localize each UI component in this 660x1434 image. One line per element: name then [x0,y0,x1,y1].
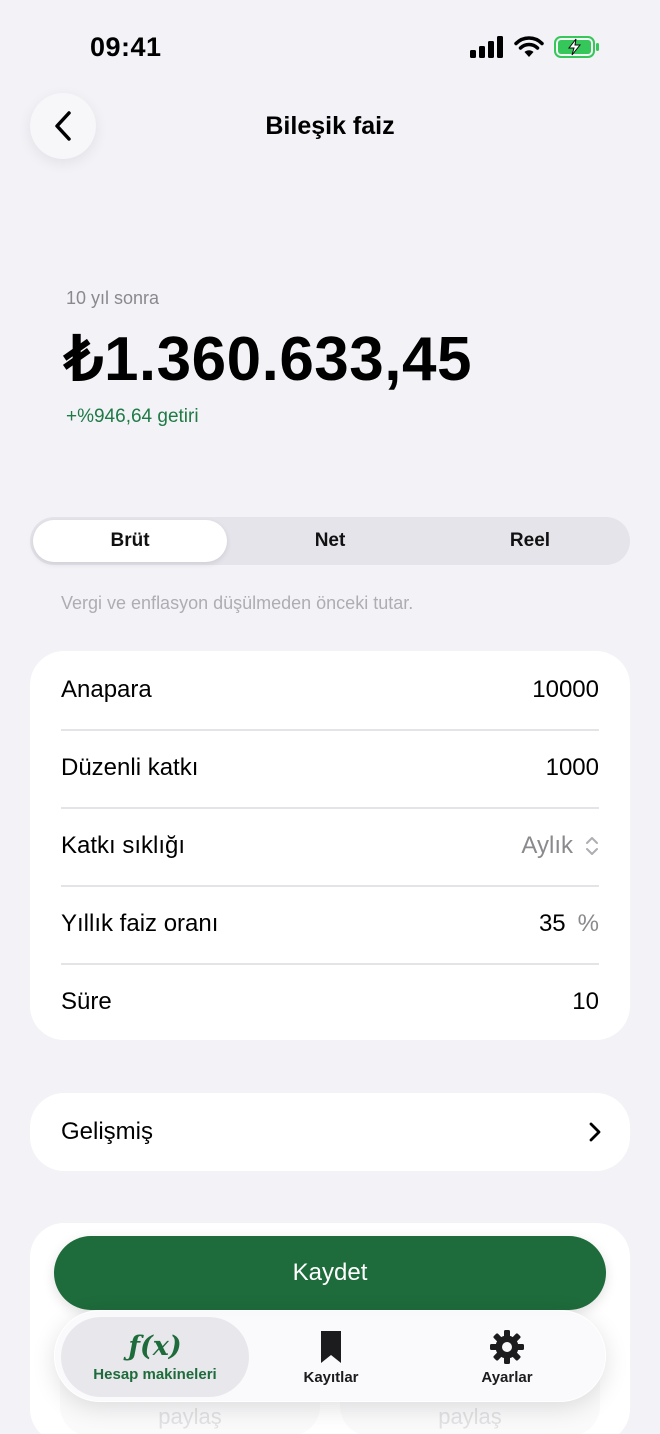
principal-row[interactable]: Anapara 10000 [61,651,599,729]
status-bar: 09:41 [0,0,660,100]
frequency-label: Katkı sıklığı [61,832,186,859]
save-button[interactable]: Kaydet [54,1236,606,1310]
status-icons [470,36,600,58]
battery-charging-icon [554,36,599,58]
frequency-row[interactable]: Katkı sıklığı Aylık [61,807,599,885]
chevron-up-down-icon [586,837,598,855]
contribution-label: Düzenli katkı [61,754,199,781]
result-amount: ₺1.360.633,45 [64,325,472,394]
frequency-select[interactable]: Aylık [521,832,599,860]
tab-calculators-label: Hesap makineleri [93,1365,217,1383]
status-time: 09:41 [90,32,162,62]
chevron-right-icon [589,1122,601,1142]
rate-unit: % [577,910,599,937]
segment-reel[interactable]: Reel [433,520,627,562]
fx-icon: ƒ(x) [128,1330,182,1362]
rate-value-group: 35 % [539,910,599,938]
frequency-value: Aylık [521,832,573,859]
input-form-card: Anapara 10000 Düzenli katkı 1000 Katkı s… [30,651,630,1040]
rate-label: Yıllık faiz oranı [61,910,219,937]
rate-row[interactable]: Yıllık faiz oranı 35 % [61,885,599,963]
duration-label: Süre [61,988,112,1015]
tab-records-label: Kayıtlar [303,1368,359,1386]
horizon-label: 10 yıl sonra [66,288,160,308]
tab-settings-label: Ayarlar [481,1368,533,1386]
segment-description: Vergi ve enflasyon düşülmeden önceki tut… [61,593,414,613]
page-title: Bileşik faiz [265,112,395,140]
bookmark-icon [321,1330,341,1363]
share-button-left-label: paylaş [158,1404,222,1429]
principal-input[interactable]: 10000 [532,676,599,704]
advanced-row[interactable]: Gelişmiş [30,1093,630,1171]
gain-percentage: +%946,64 getiri [66,406,199,427]
gear-icon [490,1329,524,1364]
duration-input[interactable]: 10 [572,988,599,1016]
contribution-input[interactable]: 1000 [546,754,599,782]
wifi-icon [514,36,544,57]
principal-label: Anapara [61,676,152,703]
tab-settings[interactable]: Ayarlar [417,1317,597,1397]
advanced-label: Gelişmiş [61,1118,154,1145]
cellular-signal-icon [470,36,503,58]
tab-records[interactable]: Kayıtlar [241,1317,421,1397]
share-button-right-label: paylaş [438,1404,502,1429]
contribution-row[interactable]: Düzenli katkı 1000 [61,729,599,807]
segment-net[interactable]: Net [233,520,427,562]
rate-input[interactable]: 35 [539,910,566,938]
tab-bar: ƒ(x) Hesap makineleri Kayıtlar Ayarlar [54,1310,606,1402]
segment-brut[interactable]: Brüt [33,520,227,562]
tab-calculators[interactable]: ƒ(x) Hesap makineleri [61,1317,249,1397]
duration-row[interactable]: Süre 10 [61,963,599,1041]
segmented-control: Brüt Net Reel [30,517,630,565]
